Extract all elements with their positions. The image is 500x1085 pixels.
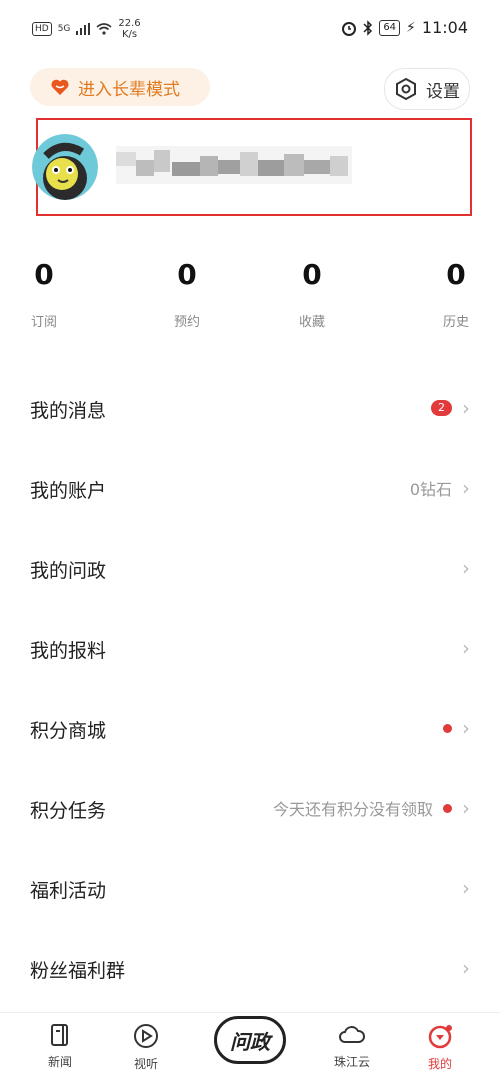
avatar[interactable] xyxy=(32,134,98,200)
chevron-right-icon: › xyxy=(462,556,470,580)
menu-item-right: › xyxy=(462,876,470,900)
settings-label: 设置 xyxy=(426,81,460,102)
unread-badge: 2 xyxy=(431,400,452,416)
menu-item-inquiries[interactable]: 我的问政 › xyxy=(0,530,500,610)
stats-row: 0 订阅 0 预约 0 收藏 0 历史 xyxy=(0,258,500,338)
menu-item-points-mall[interactable]: 积分商城 › xyxy=(0,690,500,770)
wifi-icon xyxy=(96,23,112,35)
menu-item-fan-group[interactable]: 粉丝福利群 › xyxy=(0,930,500,1010)
heart-icon xyxy=(51,79,69,95)
tab-label: 视听 xyxy=(133,1057,158,1071)
tab-news[interactable]: 新闻 xyxy=(30,1023,90,1070)
alarm-icon xyxy=(342,21,357,36)
menu-item-label: 我的问政 xyxy=(30,560,107,582)
gear-icon xyxy=(396,77,416,101)
menu-item-welfare[interactable]: 福利活动 › xyxy=(0,850,500,930)
menu-item-right: › xyxy=(462,956,470,980)
signal-icon xyxy=(76,23,91,35)
notification-dot xyxy=(443,803,452,813)
network-speed: 22.6 K/s xyxy=(118,18,140,40)
play-icon xyxy=(134,1024,158,1048)
menu-item-label: 我的消息 xyxy=(30,400,107,422)
clock: 11:04 xyxy=(421,18,468,37)
stat-label: 收藏 xyxy=(298,315,325,330)
menu-item-right: 2 › xyxy=(431,396,470,420)
chevron-right-icon: › xyxy=(462,956,470,980)
menu-item-account[interactable]: 我的账户 0钻石 › xyxy=(0,450,500,530)
stat-label: 历史 xyxy=(442,315,469,330)
center-button-label: 问政 xyxy=(230,1029,270,1054)
stat-value: 0 xyxy=(446,258,466,291)
menu-item-reports[interactable]: 我的报料 › xyxy=(0,610,500,690)
status-bar: HD 5G 22.6 K/s 64 ⚡ 11:04 xyxy=(0,0,500,58)
menu-item-right: 今天还有积分没有领取 › xyxy=(273,796,470,820)
profile-card[interactable] xyxy=(32,118,472,216)
stat-reservations[interactable]: 0 预约 xyxy=(157,258,217,330)
stat-value: 0 xyxy=(177,258,197,291)
tab-label: 新闻 xyxy=(47,1055,72,1069)
network-type: 5G xyxy=(57,24,71,34)
center-inquiry-button[interactable]: 问政 xyxy=(214,1016,286,1064)
elder-mode-label: 进入长辈模式 xyxy=(78,79,180,100)
points-hint: 今天还有积分没有领取 xyxy=(272,800,433,819)
chevron-right-icon: › xyxy=(462,876,470,900)
news-icon xyxy=(51,1024,68,1046)
speed-unit: K/s xyxy=(121,29,138,40)
stat-label: 预约 xyxy=(173,315,200,330)
menu-item-right: › xyxy=(443,716,470,740)
chevron-right-icon: › xyxy=(462,716,470,740)
elder-mode-button[interactable]: 进入长辈模式 xyxy=(30,68,210,106)
menu-item-label: 福利活动 xyxy=(30,880,107,902)
stat-label: 订阅 xyxy=(30,315,57,330)
menu-item-right: › xyxy=(462,636,470,660)
status-left: HD 5G 22.6 K/s xyxy=(32,18,141,40)
menu-item-label: 我的报料 xyxy=(30,640,107,662)
chevron-right-icon: › xyxy=(462,796,470,820)
stat-favorites[interactable]: 0 收藏 xyxy=(282,258,342,330)
tab-label: 珠江云 xyxy=(333,1055,370,1069)
chevron-right-icon: › xyxy=(462,396,470,420)
tab-media[interactable]: 视听 xyxy=(116,1023,176,1072)
settings-button[interactable]: 设置 xyxy=(384,68,470,110)
notification-dot xyxy=(443,723,452,733)
tab-label: 我的 xyxy=(427,1057,452,1071)
speed-value: 22.6 xyxy=(118,18,141,29)
chevron-right-icon: › xyxy=(462,636,470,660)
bluetooth-icon xyxy=(363,19,373,36)
menu-item-points-tasks[interactable]: 积分任务 今天还有积分没有领取 › xyxy=(0,770,500,850)
stat-value: 0 xyxy=(302,258,322,291)
charging-icon: ⚡ xyxy=(406,19,416,36)
chevron-right-icon: › xyxy=(462,476,470,500)
menu-item-right: 0钻石 › xyxy=(410,476,470,500)
menu-item-messages[interactable]: 我的消息 2 › xyxy=(0,370,500,450)
diamond-balance: 0钻石 xyxy=(409,480,452,499)
stat-history[interactable]: 0 历史 xyxy=(426,258,486,330)
menu-item-label: 粉丝福利群 xyxy=(30,960,126,982)
tab-mine[interactable]: 我的 xyxy=(410,1023,470,1072)
avatar-image xyxy=(32,134,98,200)
menu-item-label: 我的账户 xyxy=(30,480,107,502)
battery-level: 64 xyxy=(379,19,401,36)
menu-item-label: 积分商城 xyxy=(30,720,107,742)
profile-icon xyxy=(428,1025,452,1049)
tab-cloud[interactable]: 珠江云 xyxy=(322,1023,382,1070)
stat-value: 0 xyxy=(34,258,54,291)
username-blurred xyxy=(116,146,352,184)
menu-item-right: › xyxy=(462,556,470,580)
cloud-icon xyxy=(339,1026,365,1043)
status-right: 64 ⚡ 11:04 xyxy=(341,18,468,37)
stat-subscriptions[interactable]: 0 订阅 xyxy=(14,258,74,330)
menu-item-label: 积分任务 xyxy=(30,800,107,822)
hd-indicator: HD xyxy=(32,22,52,36)
